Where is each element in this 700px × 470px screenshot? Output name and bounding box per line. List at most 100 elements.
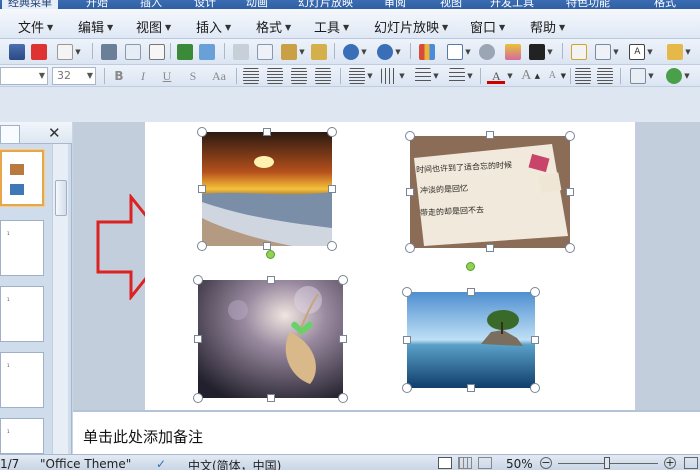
resize-handle[interactable] bbox=[327, 127, 337, 137]
slide-sorter-button[interactable] bbox=[458, 457, 472, 469]
resize-handle[interactable] bbox=[263, 128, 271, 136]
ribbon-tab-format[interactable]: 格式 bbox=[654, 0, 676, 9]
strikethrough-button[interactable]: S bbox=[184, 68, 202, 84]
grow-font-button[interactable]: A ▲ bbox=[518, 66, 540, 86]
resize-handle[interactable] bbox=[267, 394, 275, 402]
slides-tab[interactable] bbox=[0, 125, 20, 143]
zoom-in-button[interactable]: + bbox=[664, 457, 676, 469]
resize-handle[interactable] bbox=[530, 287, 540, 297]
sunset-beach-photo[interactable] bbox=[202, 132, 332, 246]
resize-handle[interactable] bbox=[486, 244, 494, 252]
slides-scrollbar[interactable] bbox=[52, 144, 68, 454]
menu-insert[interactable]: 插入 ▼ bbox=[196, 17, 231, 36]
resize-handle[interactable] bbox=[486, 131, 494, 139]
notes-pane[interactable]: 单击此处添加备注 bbox=[73, 410, 700, 454]
ribbon-tab-view[interactable]: 视图 bbox=[440, 0, 462, 9]
align-center-button[interactable] bbox=[266, 66, 284, 86]
resize-handle[interactable] bbox=[530, 383, 540, 393]
ribbon-tab-features[interactable]: 特色功能 bbox=[566, 0, 610, 9]
line-spacing-button[interactable]: ▼ bbox=[348, 66, 374, 86]
shrink-font-button[interactable]: A ▼ bbox=[544, 66, 566, 86]
resize-handle[interactable] bbox=[565, 243, 575, 253]
notes-placeholder[interactable]: 单击此处添加备注 bbox=[83, 426, 203, 447]
ribbon-tab-review[interactable]: 审阅 bbox=[384, 0, 406, 9]
numbering-button[interactable]: ▼ bbox=[414, 66, 440, 86]
new-slide-button[interactable] bbox=[570, 42, 588, 62]
resize-handle[interactable] bbox=[406, 188, 414, 196]
rotate-handle[interactable] bbox=[466, 262, 475, 271]
increase-indent-button[interactable] bbox=[596, 66, 614, 86]
resize-handle[interactable] bbox=[198, 185, 206, 193]
island-tree-photo[interactable] bbox=[407, 292, 535, 388]
resize-handle[interactable] bbox=[338, 275, 348, 285]
menu-window[interactable]: 窗口 ▼ bbox=[470, 17, 505, 36]
page-view-button[interactable] bbox=[148, 42, 166, 62]
dry-leaf-heart-photo[interactable] bbox=[198, 280, 343, 398]
print-preview-button[interactable] bbox=[124, 42, 142, 62]
slide-thumbnail[interactable] bbox=[0, 150, 44, 206]
spellcheck-status-icon[interactable]: ✓ bbox=[156, 457, 166, 470]
pdf-button[interactable] bbox=[30, 42, 48, 62]
open-folder-button[interactable]: ▼ bbox=[664, 42, 694, 62]
align-left-button[interactable] bbox=[242, 66, 260, 86]
resize-handle[interactable] bbox=[405, 131, 415, 141]
slide-thumbnail[interactable]: 1 bbox=[0, 286, 44, 342]
resize-handle[interactable] bbox=[402, 287, 412, 297]
slide-thumbnail[interactable]: 1 bbox=[0, 418, 44, 454]
save-as-button[interactable]: ▼ bbox=[56, 42, 82, 62]
font-name-combo[interactable]: ▼ bbox=[0, 67, 48, 85]
ribbon-tab-slideshow[interactable]: 幻灯片放映 bbox=[298, 0, 353, 9]
menu-help[interactable]: 帮助 ▼ bbox=[530, 17, 565, 36]
ribbon-tab-classic-menu[interactable]: 经典菜单 bbox=[2, 0, 58, 9]
insert-chart-button[interactable] bbox=[418, 42, 436, 62]
scrollbar-thumb[interactable] bbox=[55, 180, 67, 216]
italic-button[interactable]: I bbox=[134, 68, 152, 84]
font-size-combo[interactable]: 32 ▼ bbox=[52, 67, 96, 85]
ribbon-tab-animation[interactable]: 动画 bbox=[246, 0, 268, 9]
redo-button[interactable]: ▼ bbox=[376, 42, 402, 62]
rotate-handle[interactable] bbox=[266, 250, 275, 259]
resize-handle[interactable] bbox=[193, 275, 203, 285]
resize-handle[interactable] bbox=[197, 241, 207, 251]
slide-thumbnail[interactable]: 1 bbox=[0, 352, 44, 408]
language-status[interactable]: 中文(简体，中国) bbox=[188, 457, 281, 470]
format-painter-button[interactable] bbox=[310, 42, 328, 62]
menu-view[interactable]: 视图 ▼ bbox=[136, 17, 171, 36]
close-icon[interactable]: ✕ bbox=[48, 124, 61, 142]
resize-handle[interactable] bbox=[405, 243, 415, 253]
resize-handle[interactable] bbox=[339, 335, 347, 343]
print-button[interactable] bbox=[100, 42, 118, 62]
resize-handle[interactable] bbox=[403, 336, 411, 344]
ribbon-tab-developer[interactable]: 开发工具 bbox=[490, 0, 534, 9]
align-right-button[interactable] bbox=[290, 66, 308, 86]
resize-handle[interactable] bbox=[531, 336, 539, 344]
justify-button[interactable] bbox=[314, 66, 332, 86]
shape-fill-button[interactable]: ▼ bbox=[528, 42, 554, 62]
zoom-slider-thumb[interactable] bbox=[604, 457, 610, 469]
resize-handle[interactable] bbox=[402, 383, 412, 393]
slideshow-button[interactable] bbox=[478, 457, 492, 469]
menu-tools[interactable]: 工具 ▼ bbox=[314, 17, 349, 36]
handwritten-note-photo[interactable]: 时间也许到了适合忘的时候 冲淡的是回忆 带走的却是回不去 bbox=[410, 136, 570, 248]
underline-button[interactable]: U bbox=[158, 68, 176, 84]
research-button[interactable] bbox=[198, 42, 216, 62]
bullets-button[interactable]: ▼ bbox=[448, 66, 474, 86]
normal-view-button[interactable] bbox=[438, 457, 452, 469]
resize-handle[interactable] bbox=[467, 288, 475, 296]
undo-button[interactable]: ▼ bbox=[342, 42, 368, 62]
resize-handle[interactable] bbox=[263, 242, 271, 250]
zoom-out-button[interactable]: − bbox=[540, 457, 552, 469]
cut-button[interactable] bbox=[232, 42, 250, 62]
slide-canvas[interactable]: 时间也许到了适合忘的时候 冲淡的是回忆 带走的却是回不去 bbox=[145, 122, 635, 410]
insert-smartart-button[interactable] bbox=[504, 42, 522, 62]
fit-slide-button[interactable] bbox=[684, 457, 698, 469]
ribbon-tab-home[interactable]: 开始 bbox=[86, 0, 108, 9]
save-button[interactable] bbox=[8, 42, 26, 62]
layout-button[interactable]: ▼ bbox=[594, 42, 620, 62]
ribbon-tab-insert[interactable]: 插入 bbox=[140, 0, 162, 9]
copy-button[interactable] bbox=[256, 42, 274, 62]
resize-handle[interactable] bbox=[194, 335, 202, 343]
resize-handle[interactable] bbox=[328, 185, 336, 193]
slide-transition-button[interactable]: ▼ bbox=[664, 66, 692, 86]
resize-handle[interactable] bbox=[267, 276, 275, 284]
